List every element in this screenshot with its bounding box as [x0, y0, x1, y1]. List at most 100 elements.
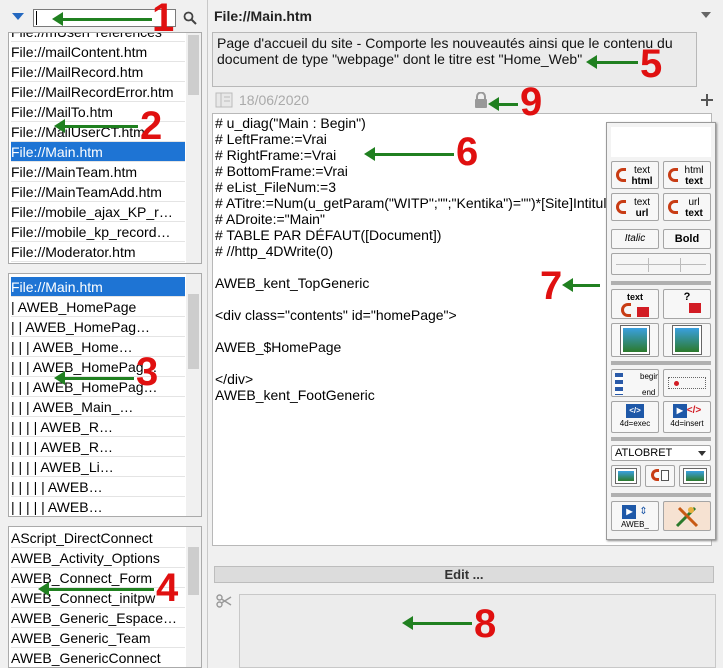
list-item[interactable]: File://MainTeam.htm	[11, 162, 185, 182]
list-item[interactable]: | | AWEB_HomePag…	[11, 317, 185, 337]
scrollbar-thumb[interactable]	[188, 35, 199, 95]
aweb-stepper-button[interactable]: ▶ ⇕ AWEB_	[611, 501, 659, 531]
exec-button[interactable]: </> 4d=exec	[611, 401, 659, 433]
annotation-arrow	[364, 147, 454, 161]
list-item[interactable]: File://mobile_ajax_KP_r…	[11, 202, 185, 222]
picture-icon	[620, 325, 650, 355]
list-item[interactable]: | | | AWEB_HomePag…	[11, 377, 185, 397]
url-to-text-button[interactable]: url text	[663, 193, 711, 221]
list-item[interactable]: AWEB_Generic_Espace…	[11, 608, 185, 628]
text-to-url-button[interactable]: text url	[611, 193, 659, 221]
call-tree-panel: File://Main.htm | AWEB_HomePage | | AWEB_H…	[8, 273, 202, 517]
list-item[interactable]: File://MainTeamAdd.htm	[11, 182, 185, 202]
flag-icon	[689, 303, 701, 313]
insert-picture-button[interactable]	[611, 323, 659, 357]
list-item[interactable]: File://Main.htm	[11, 277, 185, 297]
code-line: # LeftFrame:=Vrai	[215, 131, 327, 147]
list-item[interactable]: File://mailContent.htm	[11, 42, 185, 62]
italic-button[interactable]: Italic	[611, 229, 659, 249]
code-line: # TABLE PAR DÉFAUT([Document])	[215, 227, 442, 243]
text-flag-button[interactable]: text	[611, 289, 659, 319]
hook-icon	[668, 200, 678, 214]
call-tree-scrollbar[interactable]	[186, 274, 201, 516]
aweb-label: AWEB_	[621, 520, 649, 529]
begin-label: begin	[640, 372, 659, 381]
end-label: end	[642, 388, 656, 397]
flag-icon	[637, 307, 649, 317]
question-flag-label: ?	[683, 291, 691, 303]
annotation-arrow	[54, 119, 138, 133]
annotation-arrow	[586, 55, 638, 69]
menu-triangle-icon[interactable]	[701, 12, 711, 18]
marker-button[interactable]	[663, 369, 711, 397]
insert-picture-link-button[interactable]	[663, 323, 711, 357]
code-line: # eList_FileNum:=3	[215, 179, 337, 195]
list-item[interactable]: | | | AWEB_Home…	[11, 337, 185, 357]
list-item[interactable]: | | | | AWEB_Li…	[11, 457, 185, 477]
edit-button[interactable]: Edit ...	[214, 566, 714, 583]
hook-icon	[621, 303, 631, 317]
list-item[interactable]: | | | | | AWEB…	[11, 477, 185, 497]
text-to-html-button[interactable]: text html	[611, 161, 659, 189]
exec-label: 4d=exec	[619, 419, 651, 428]
html-to-text-button[interactable]: html text	[663, 161, 711, 189]
list-item[interactable]: AWEB_Activity_Options	[11, 548, 185, 568]
list-item[interactable]: File://MailRecord.htm	[11, 62, 185, 82]
begin-end-button[interactable]: begin end	[611, 369, 659, 397]
code-line: </div>	[215, 371, 254, 387]
scissors-icon[interactable]	[216, 594, 232, 608]
red-dot-icon	[674, 381, 679, 386]
list-item[interactable]: File://MailRecordError.htm	[11, 82, 185, 102]
code-line: AWEB_kent_TopGeneric	[215, 275, 370, 291]
link-document-button[interactable]	[645, 465, 675, 487]
picture-frame-button[interactable]	[679, 465, 711, 487]
insert-label: 4d=insert	[670, 419, 704, 428]
list-item[interactable]: | AWEB_HomePage	[11, 297, 185, 317]
picture-map-button[interactable]	[611, 465, 641, 487]
annotation-number: 8	[474, 602, 497, 646]
palette-separator	[611, 281, 711, 285]
list-item[interactable]: AWEB_GenericConnect	[11, 648, 185, 667]
method-list-scrollbar[interactable]	[186, 527, 201, 667]
code-line: AWEB_kent_FootGeneric	[215, 387, 375, 403]
tag-icon: </>	[686, 405, 702, 416]
list-icon	[615, 373, 623, 395]
list-item[interactable]: | | | | AWEB_R…	[11, 417, 185, 437]
annotation-number: 6	[456, 130, 479, 174]
style-dropdown[interactable]: ATLOBRET	[611, 445, 711, 461]
search-icon[interactable]	[183, 11, 197, 25]
list-item[interactable]: AScript_DirectConnect	[11, 528, 185, 548]
code-line: # RightFrame:=Vrai	[215, 147, 337, 163]
list-item[interactable]: File://mobile_kp_record…	[11, 222, 185, 242]
list-item[interactable]: AWEB_Generic_Team	[11, 628, 185, 648]
question-flag-button[interactable]: ?	[663, 289, 711, 319]
separator-tool[interactable]	[611, 253, 711, 275]
lock-icon[interactable]	[474, 92, 488, 108]
collapse-triangle-icon[interactable]	[12, 13, 24, 20]
scrollbar-thumb[interactable]	[188, 294, 199, 369]
code-line: # //http_4DWrite(0)	[215, 243, 334, 259]
annotation-number: 4	[156, 566, 179, 610]
file-list-scrollbar[interactable]	[186, 33, 201, 263]
document-icon	[215, 92, 233, 108]
insert-button[interactable]: ▶ </> 4d=insert	[663, 401, 711, 433]
hook-icon	[668, 168, 678, 182]
list-item[interactable]: | | | | AWEB_R…	[11, 437, 185, 457]
list-item[interactable]: | | | | | AWEB…	[11, 497, 185, 516]
list-item[interactable]: | | | AWEB_HomePag…	[11, 357, 185, 377]
insert-icon: ▶	[672, 404, 687, 418]
bold-button[interactable]: Bold	[663, 229, 711, 249]
add-icon[interactable]	[700, 93, 714, 107]
text-flag-label: text	[626, 292, 643, 302]
list-item[interactable]: | | | AWEB_Main_…	[11, 397, 185, 417]
annotation-arrow	[52, 12, 152, 26]
annotation-arrow	[402, 616, 472, 630]
scrollbar-thumb[interactable]	[188, 547, 199, 595]
tools-button[interactable]	[663, 501, 711, 531]
file-list-panel: File://mUserPreferences File://mailConten…	[8, 32, 202, 264]
description-box[interactable]: Page d'accueil du site - Comporte les no…	[212, 32, 697, 87]
palette-separator	[611, 493, 711, 497]
stepper-icon: ⇕	[639, 506, 648, 517]
list-item[interactable]: File://Moderator.htm	[11, 242, 185, 262]
annotation-arrow	[54, 371, 134, 385]
